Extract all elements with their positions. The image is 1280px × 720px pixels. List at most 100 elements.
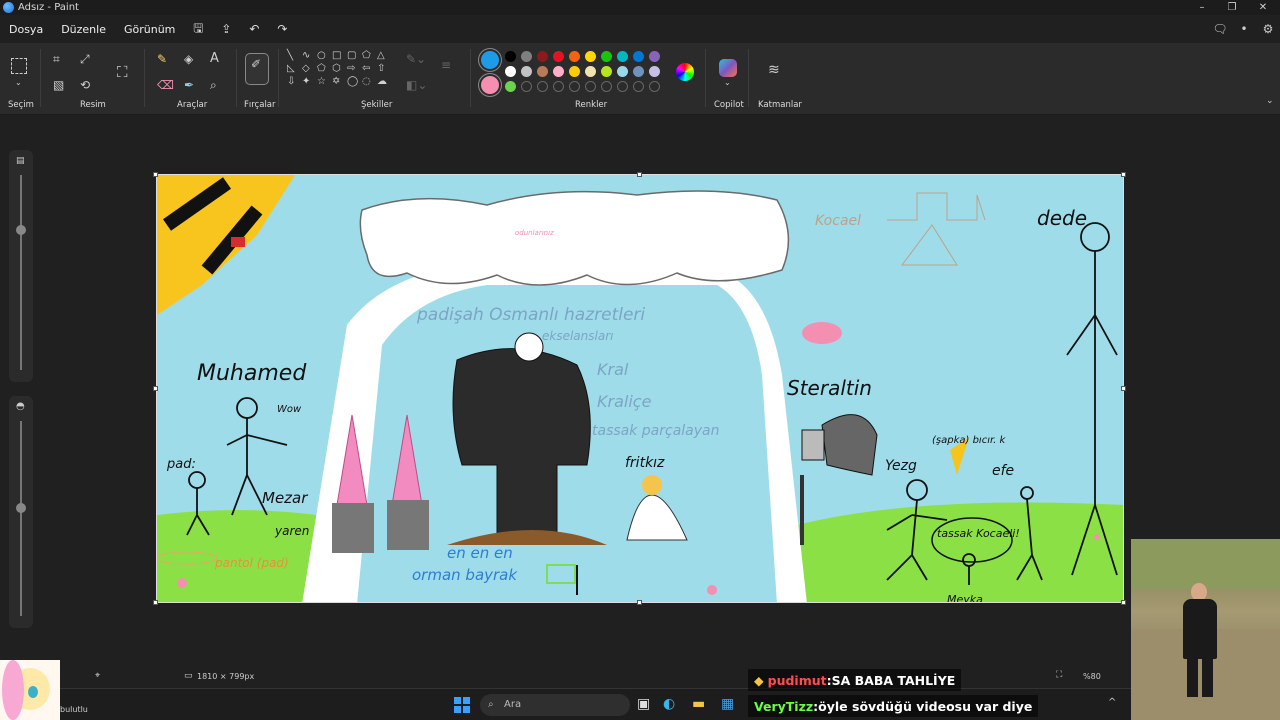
color-swatch[interactable] [649, 66, 660, 77]
color-swatch[interactable] [569, 66, 580, 77]
line-shape-icon[interactable]: ╲ [287, 50, 301, 61]
settings-icon[interactable]: ⚙ [1256, 22, 1280, 36]
color-swatch[interactable] [601, 81, 612, 92]
rectangle-shape-icon[interactable]: □ [332, 50, 346, 61]
color-swatch[interactable] [633, 81, 644, 92]
restore-icon[interactable]: ❐ [1217, 0, 1247, 15]
feedback-icon[interactable]: 🗨 [1208, 22, 1232, 36]
oval-shape-icon[interactable]: ○ [317, 50, 331, 61]
select-rectangle-icon[interactable] [11, 58, 27, 74]
minimize-icon[interactable]: – [1187, 0, 1217, 15]
menu-view[interactable]: Görünüm [115, 23, 184, 36]
resize-handle[interactable] [1121, 600, 1126, 605]
color-swatch[interactable] [521, 81, 532, 92]
magnifier-icon[interactable]: ⌕ [210, 79, 217, 91]
color-swatch[interactable] [505, 66, 516, 77]
color-swatch[interactable] [649, 51, 660, 62]
brush-size-slider-thumb[interactable] [16, 225, 26, 235]
resize-handle[interactable] [637, 600, 642, 605]
opacity-slider-thumb[interactable] [16, 503, 26, 513]
resize-handle[interactable] [153, 600, 158, 605]
resize-icon[interactable]: ⤢ [80, 53, 90, 65]
resize-handle[interactable] [637, 172, 642, 177]
callout-cloud-shape-icon[interactable]: ☁ [377, 76, 391, 87]
color-swatch[interactable] [585, 51, 596, 62]
resize-handle[interactable] [1121, 172, 1126, 177]
outline-icon[interactable]: ✎⌄ [406, 53, 426, 65]
primary-color-swatch[interactable] [481, 51, 499, 69]
drawing-canvas[interactable]: Muhamed padişah Osmanlı hazretleri eksel… [156, 174, 1124, 603]
undo-icon[interactable]: ↶ [240, 22, 268, 36]
color-swatch[interactable] [649, 81, 660, 92]
shapes-gallery[interactable]: ╲ ∿ ○ □ ▢ ⬠ △ ◺ ◇ ⬠ ⬡ ⇨ ⇦ ⇧ ⇩ ✦ ☆ ✡ ◯ ◌ ☁ [287, 50, 391, 87]
remove-background-icon[interactable]: ▧ [53, 79, 64, 91]
color-swatch[interactable] [553, 51, 564, 62]
color-swatch[interactable] [601, 51, 612, 62]
callout-round-shape-icon[interactable]: ◯ [347, 76, 361, 87]
arrow-right-shape-icon[interactable]: ⇨ [347, 63, 361, 74]
size-icon[interactable]: ≡ [441, 59, 451, 71]
color-swatch[interactable] [633, 66, 644, 77]
tray-chevron-icon[interactable]: ^ [1108, 697, 1116, 708]
arrow-down-shape-icon[interactable]: ⇩ [287, 76, 301, 87]
color-swatch[interactable] [585, 66, 596, 77]
arrow-up-shape-icon[interactable]: ⇧ [377, 63, 391, 74]
color-swatch[interactable] [537, 51, 548, 62]
rounded-rect-shape-icon[interactable]: ▢ [347, 50, 361, 61]
save-icon[interactable]: 🖫 [184, 19, 212, 40]
color-swatch[interactable] [521, 51, 532, 62]
opacity-icon[interactable]: ◓ [16, 401, 25, 412]
color-swatch[interactable] [537, 81, 548, 92]
ribbon-collapse-icon[interactable]: ⌄ [1266, 97, 1274, 106]
color-swatch[interactable] [569, 81, 580, 92]
fit-window-icon[interactable]: ⛶ [1056, 670, 1062, 680]
triangle-shape-icon[interactable]: △ [377, 50, 391, 61]
resize-handle[interactable] [1121, 386, 1126, 391]
color-swatch[interactable] [601, 66, 612, 77]
edit-colors-icon[interactable] [676, 63, 694, 81]
callout-oval-shape-icon[interactable]: ◌ [362, 76, 376, 87]
color-swatch[interactable] [505, 81, 516, 92]
color-swatch[interactable] [521, 66, 532, 77]
arrow-left-shape-icon[interactable]: ⇦ [362, 63, 376, 74]
chevron-down-icon[interactable]: ⌄ [15, 79, 22, 87]
task-view-icon[interactable]: ▣ [637, 696, 650, 712]
layers-icon[interactable]: ≋ [768, 63, 780, 77]
share-icon[interactable]: ⇪ [212, 22, 240, 36]
star4-shape-icon[interactable]: ✦ [302, 76, 316, 87]
menu-file[interactable]: Dosya [0, 23, 52, 36]
file-explorer-icon[interactable]: ▬ [692, 696, 705, 712]
copilot-icon[interactable] [719, 59, 737, 77]
close-icon[interactable]: ✕ [1248, 0, 1278, 15]
text-tool-icon[interactable]: A [210, 52, 219, 65]
store-icon[interactable]: ▦ [721, 696, 734, 712]
chevron-down-icon[interactable]: ⌄ [724, 79, 731, 87]
curve-shape-icon[interactable]: ∿ [302, 50, 316, 61]
star5-shape-icon[interactable]: ☆ [317, 76, 331, 87]
color-swatch[interactable] [553, 81, 564, 92]
color-swatch[interactable] [505, 51, 516, 62]
color-swatch[interactable] [585, 81, 596, 92]
color-picker-icon[interactable]: ✒ [184, 79, 194, 91]
edge-icon[interactable]: ◐ [663, 696, 675, 712]
secondary-color-swatch[interactable] [481, 76, 499, 94]
color-swatch[interactable] [537, 66, 548, 77]
menu-edit[interactable]: Düzenle [52, 23, 115, 36]
color-swatch[interactable] [569, 51, 580, 62]
zoom-level[interactable]: %80 [1083, 672, 1101, 681]
pentagon-shape-icon[interactable]: ⬠ [317, 63, 331, 74]
crop-icon[interactable]: ⌗ [53, 53, 60, 65]
hexagon-shape-icon[interactable]: ⬡ [332, 63, 346, 74]
rotate-icon[interactable]: ⟲ [80, 79, 90, 91]
redo-icon[interactable]: ↷ [268, 22, 296, 36]
resize-handle[interactable] [153, 386, 158, 391]
shape-fill-icon[interactable]: ◧⌄ [406, 79, 427, 91]
taskbar-search[interactable]: ⌕ Ara [480, 694, 630, 716]
pencil-icon[interactable]: ✎ [157, 53, 167, 65]
right-triangle-shape-icon[interactable]: ◺ [287, 63, 301, 74]
color-swatch[interactable] [617, 51, 628, 62]
color-swatch[interactable] [617, 66, 628, 77]
image-creator-icon[interactable]: ⛶ [117, 65, 128, 80]
fill-bucket-icon[interactable]: ◈ [184, 53, 193, 65]
resize-handle[interactable] [153, 172, 158, 177]
